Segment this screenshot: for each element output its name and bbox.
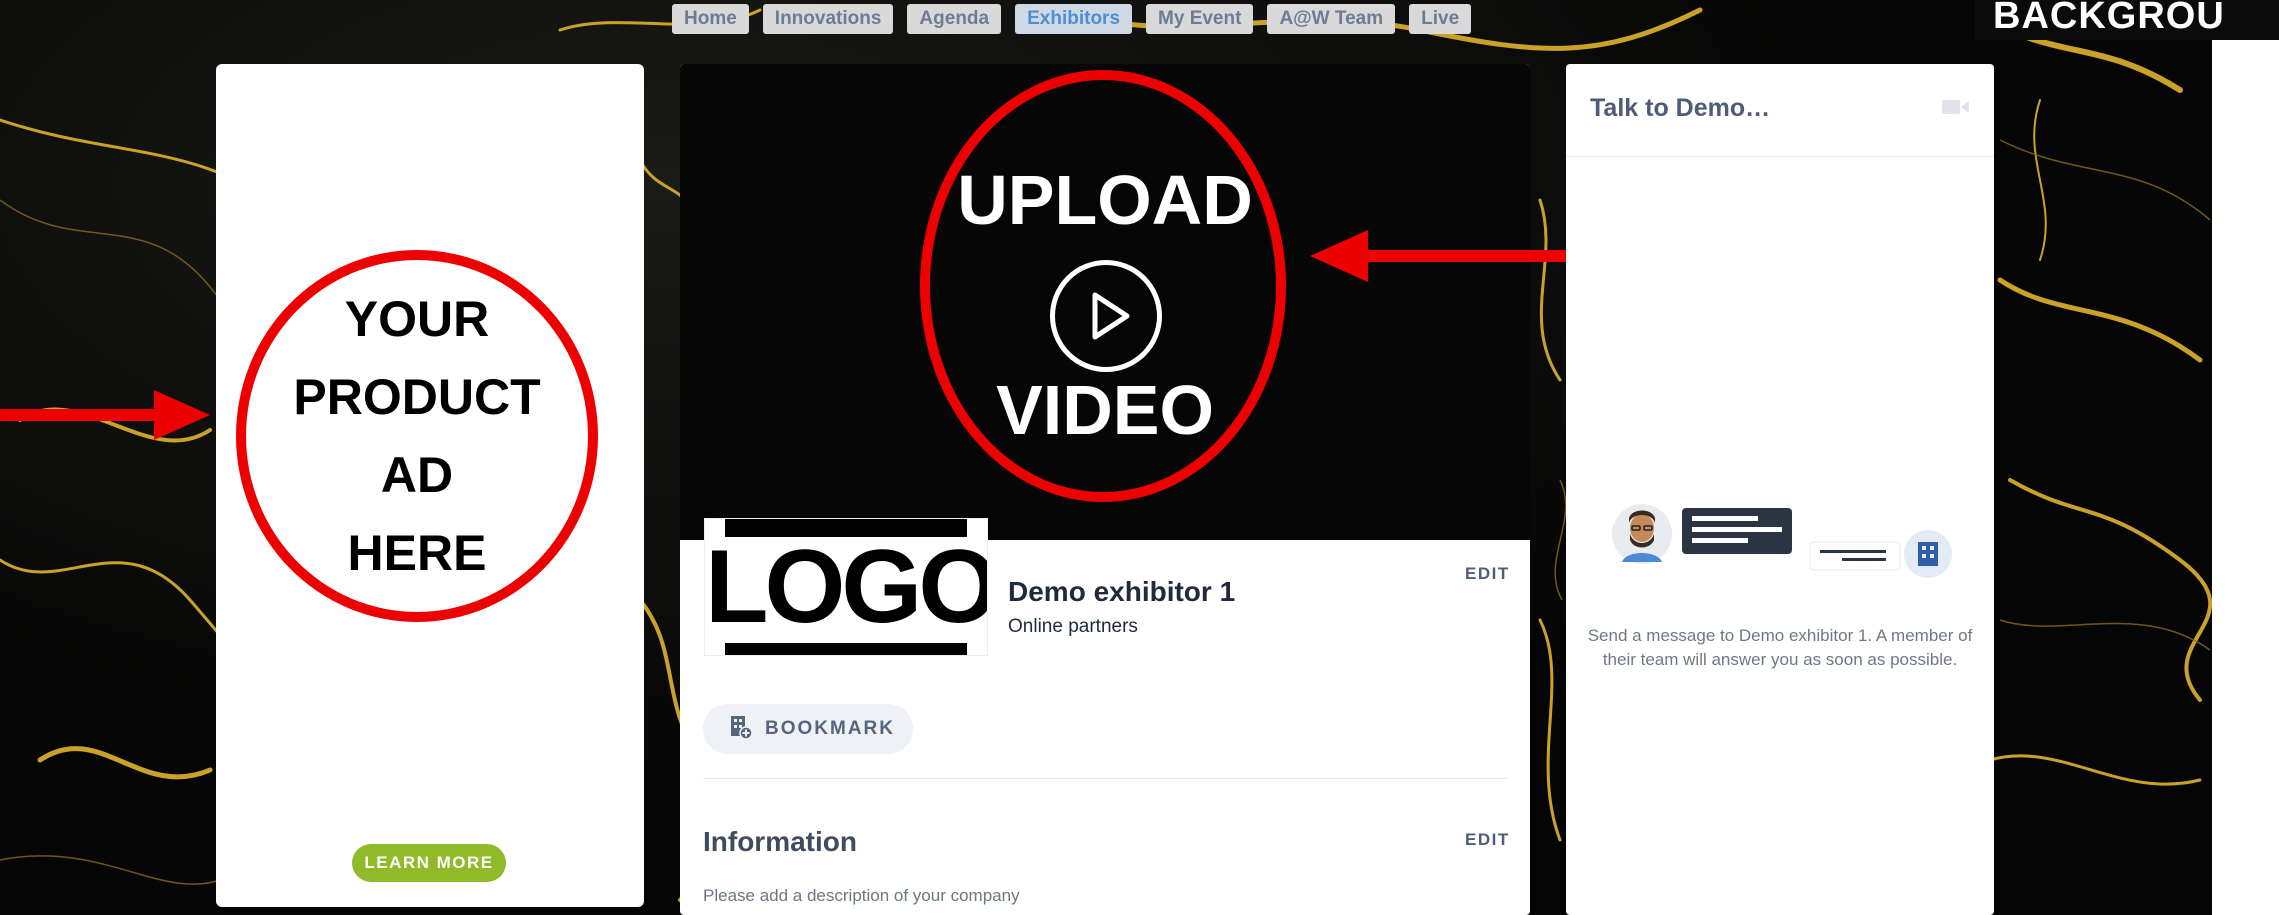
learn-more-button[interactable]: LEARN MORE [352, 844, 506, 882]
nav-innovations[interactable]: Innovations [762, 4, 894, 34]
play-icon[interactable] [1050, 260, 1162, 372]
annotation-arrow-to-video [1310, 230, 1600, 282]
bookmark-building-icon [729, 714, 753, 745]
ad-annotation-circle: YOUR PRODUCT AD HERE [236, 250, 598, 622]
ad-text-line: PRODUCT [293, 369, 541, 425]
chat-card: Talk to Demo… Send a message to Demo exh… [1566, 64, 1994, 915]
edit-information-button[interactable]: EDIT [1465, 830, 1510, 850]
section-divider [703, 778, 1507, 779]
exhibitor-name: Demo exhibitor 1 [1008, 576, 1236, 607]
edit-exhibitor-button[interactable]: EDIT [1465, 564, 1510, 584]
nav-my-event[interactable]: My Event [1146, 4, 1254, 34]
ad-text-line: YOUR [344, 291, 490, 347]
product-ad-card: YOUR PRODUCT AD HERE LEARN MORE [216, 64, 644, 907]
nav-home[interactable]: Home [672, 4, 749, 34]
ad-text-line: HERE [347, 525, 487, 581]
chat-message: Send a message to Demo exhibitor 1. A me… [1587, 626, 1973, 669]
logo-text: LOGO [705, 529, 988, 645]
video-area[interactable]: UPLOAD VIDEO [680, 64, 1530, 540]
nav-exhibitors[interactable]: Exhibitors [1015, 4, 1133, 34]
background-label: BACKGROU [1975, 0, 2279, 40]
exhibitor-logo: LOGO [704, 518, 988, 656]
chat-illustration [1612, 504, 1952, 589]
bookmark-button[interactable]: BOOKMARK [703, 704, 913, 754]
information-title: Information [703, 826, 857, 857]
annotation-arrow-to-ad [0, 390, 210, 440]
exhibitor-card: UPLOAD VIDEO LOGO Demo exhibitor 1 Onlin… [680, 64, 1530, 915]
nav-aw-team[interactable]: A@W Team [1267, 4, 1396, 34]
information-description: Please add a description of your company [703, 886, 1020, 905]
nav-live[interactable]: Live [1409, 4, 1472, 34]
top-nav: Home Innovations Agenda Exhibitors My Ev… [672, 4, 1472, 34]
video-label: VIDEO [996, 371, 1214, 449]
chat-divider [1566, 156, 1994, 157]
ad-text-line: AD [380, 447, 454, 503]
exhibitor-category: Online partners [1008, 616, 1138, 637]
nav-agenda[interactable]: Agenda [907, 4, 1002, 34]
chat-title: Talk to Demo… [1590, 94, 1771, 122]
bookmark-label: BOOKMARK [765, 718, 895, 739]
video-camera-icon[interactable] [1942, 98, 1970, 121]
